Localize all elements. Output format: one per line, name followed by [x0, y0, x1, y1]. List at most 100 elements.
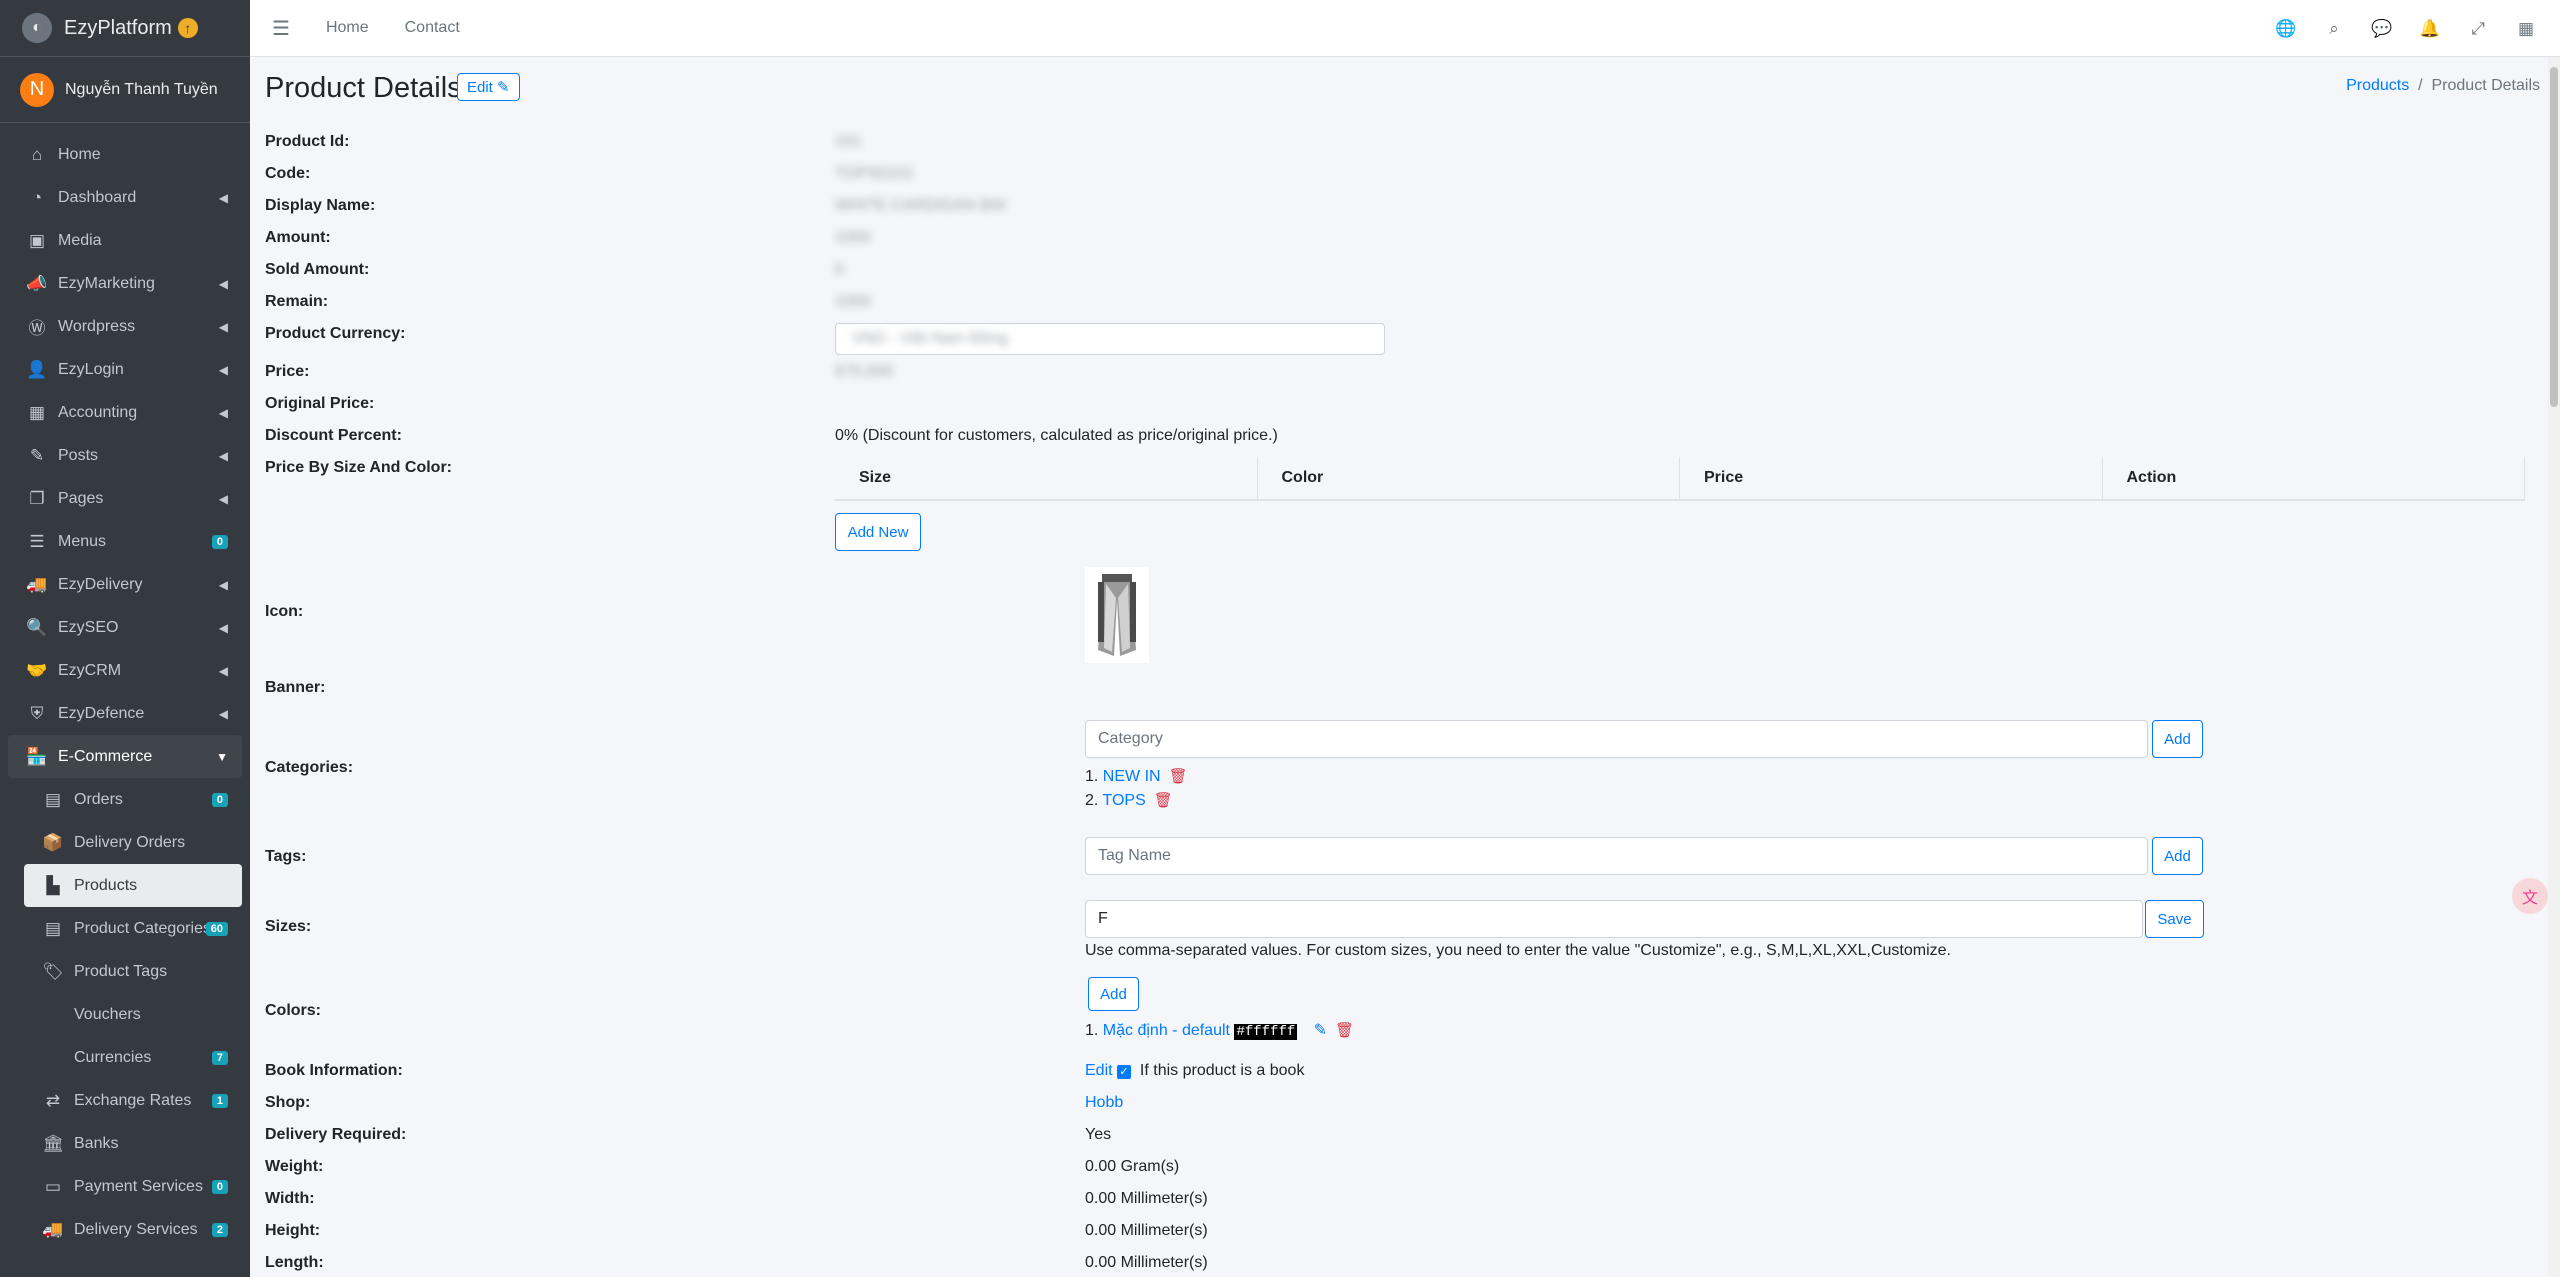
- breadcrumb-products[interactable]: Products: [2346, 77, 2409, 94]
- sidebar-item-banks[interactable]: 🏛 Banks: [24, 1122, 242, 1165]
- sidebar-item-posts[interactable]: ✎ Posts ◀: [8, 434, 242, 477]
- translate-icon[interactable]: 文: [2512, 878, 2548, 914]
- upgrade-icon[interactable]: ↑: [177, 18, 198, 38]
- sidebar-item-ezycrm[interactable]: 🤝 EzyCRM ◀: [8, 649, 242, 692]
- add-color-button[interactable]: Add: [1088, 977, 1139, 1011]
- product-icon-image[interactable]: [1085, 567, 1149, 663]
- chevron-down-icon: ▼: [216, 749, 228, 764]
- sidebar-item-label: Vouchers: [74, 1005, 141, 1023]
- sidebar-item-ezylogin[interactable]: 👤 EzyLogin ◀: [8, 348, 242, 391]
- category-item: 1. NEW IN 🗑: [1085, 767, 1188, 786]
- messages-icon[interactable]: 💬: [2358, 19, 2406, 39]
- sidebar-item-ezymarketing[interactable]: 📣 EzyMarketing ◀: [8, 262, 242, 305]
- edit-product-button[interactable]: Edit ✎: [457, 73, 520, 101]
- field-label: Height:: [265, 1222, 321, 1239]
- sidebar-item-wordpress[interactable]: Ⓦ Wordpress ◀: [8, 305, 242, 348]
- posts-icon: ✎: [29, 445, 45, 465]
- accounting-icon: ▦: [28, 402, 46, 422]
- nav-contact-link[interactable]: Contact: [405, 19, 460, 37]
- apps-grid-icon[interactable]: ▦: [2502, 19, 2550, 39]
- sidebar-item-ezydelivery[interactable]: 🚚 EzyDelivery ◀: [8, 563, 242, 606]
- sidebar-item-delivery-services[interactable]: 🚚 Delivery Services 2: [24, 1208, 242, 1251]
- field-label: Delivery Required:: [265, 1126, 407, 1143]
- wordpress-icon: Ⓦ: [28, 319, 46, 338]
- sidebar-item-ezyseo[interactable]: 🔍 EzySEO ◀: [8, 606, 242, 649]
- scrollbar-thumb[interactable]: [2550, 67, 2558, 407]
- color-index: 1.: [1085, 1022, 1099, 1039]
- sidebar-item-media[interactable]: ▣ Media: [8, 219, 242, 262]
- field-value: 1000: [835, 229, 871, 246]
- globe-icon[interactable]: 🌐: [2262, 19, 2310, 39]
- sidebar-item-orders[interactable]: ▤ Orders 0: [24, 778, 242, 821]
- sidebar-item-label: Exchange Rates: [74, 1091, 192, 1109]
- field-label: Display Name:: [265, 197, 376, 214]
- field-value: 0: [835, 261, 844, 278]
- payment-icon: ▭: [44, 1176, 62, 1196]
- trash-icon[interactable]: 🗑: [1154, 792, 1173, 809]
- sizes-input[interactable]: F: [1085, 900, 2143, 938]
- fullscreen-icon[interactable]: ⤢: [2454, 19, 2502, 39]
- bank-icon: 🏛: [42, 1133, 64, 1153]
- user-panel[interactable]: N Nguyễn Thanh Tuyền: [0, 57, 250, 123]
- sidebar-item-ecommerce[interactable]: 🏪 E-Commerce ▼: [8, 735, 242, 778]
- user-name: Nguyễn Thanh Tuyền: [65, 80, 218, 98]
- chevron-left-icon: ◀: [218, 577, 228, 592]
- sidebar-item-label: Product Categories: [74, 919, 211, 937]
- color-link-default[interactable]: Mặc định - default: [1103, 1022, 1230, 1039]
- sidebar-item-menus[interactable]: ☰ Menus 0: [8, 520, 242, 563]
- sidebar-item-label: EzyCRM: [58, 661, 122, 679]
- add-new-price-button[interactable]: Add New: [835, 513, 921, 551]
- category-input[interactable]: Category: [1085, 720, 2148, 758]
- platform-logo-icon: ◐: [22, 13, 52, 43]
- sidebar-item-vouchers[interactable]: Vouchers: [24, 993, 242, 1036]
- brand[interactable]: ◐ EzyPlatform ↑: [0, 0, 250, 57]
- delivery-services-badge: 2: [211, 1222, 228, 1237]
- sizes-hint: Use comma-separated values. For custom s…: [1085, 942, 1951, 959]
- book-edit-link[interactable]: Edit: [1085, 1062, 1113, 1079]
- field-label: Price By Size And Color:: [265, 459, 452, 476]
- add-tag-button[interactable]: Add: [2152, 837, 2203, 875]
- field-label: Banner:: [265, 679, 326, 696]
- edit-check-icon[interactable]: ✓: [1117, 1065, 1132, 1079]
- sidebar-item-dashboard[interactable]: ◔ Dashboard ◀: [8, 176, 242, 219]
- category-link-new-in[interactable]: NEW IN: [1103, 768, 1161, 785]
- shop-link[interactable]: Hobb: [1085, 1094, 1123, 1112]
- nav-home-link[interactable]: Home: [326, 19, 369, 37]
- add-category-button[interactable]: Add: [2152, 720, 2203, 758]
- trash-icon[interactable]: 🗑: [1335, 1022, 1354, 1039]
- tag-input[interactable]: Tag Name: [1085, 837, 2148, 875]
- sidebar-item-label: Menus: [58, 532, 107, 550]
- marketing-icon: 📣: [26, 273, 48, 293]
- field-label: Original Price:: [265, 395, 375, 412]
- color-hex: #ffffff: [1234, 1024, 1298, 1040]
- sidebar-item-ezydefence[interactable]: ⛨ EzyDefence ◀: [8, 692, 242, 735]
- sidebar-item-exchange-rates[interactable]: ⇄ Exchange Rates 1: [24, 1079, 242, 1122]
- field-label: Shop:: [265, 1094, 311, 1111]
- field-value: TOPS0101: [835, 165, 914, 182]
- sidebar-item-accounting[interactable]: ▦ Accounting ◀: [8, 391, 242, 434]
- sidebar-item-home[interactable]: ⌂ Home: [8, 133, 242, 176]
- menus-badge: 0: [211, 534, 228, 549]
- color-item: 1. Mặc định - default #ffffff ✎ 🗑: [1085, 1020, 1354, 1040]
- category-link-tops[interactable]: TOPS: [1103, 792, 1146, 809]
- page-title: Product Details: [265, 72, 462, 104]
- bell-icon[interactable]: 🔔: [2406, 19, 2454, 39]
- sidebar-item-products[interactable]: ▙ Products: [24, 864, 242, 907]
- cardigan-image-icon: [1098, 574, 1136, 656]
- currency-select[interactable]: VND - Việt Nam Đồng: [835, 323, 1385, 355]
- sidebar-item-product-categories[interactable]: ▤ Product Categories 60: [24, 907, 242, 950]
- sidebar-item-payment-services[interactable]: ▭ Payment Services 0: [24, 1165, 242, 1208]
- sidebar-item-product-tags[interactable]: 🏷 Product Tags: [24, 950, 242, 993]
- field-label: Weight:: [265, 1158, 324, 1175]
- field-label: Sold Amount:: [265, 261, 370, 278]
- sidebar-item-delivery-orders[interactable]: 📦 Delivery Orders: [24, 821, 242, 864]
- sidebar-item-currencies[interactable]: Currencies 7: [24, 1036, 242, 1079]
- trash-icon[interactable]: 🗑: [1169, 768, 1188, 785]
- menu-toggle-icon[interactable]: ☰: [272, 16, 290, 41]
- breadcrumb-separator: /: [2413, 77, 2428, 94]
- save-sizes-button[interactable]: Save: [2145, 900, 2204, 938]
- page-scrollbar[interactable]: [2548, 57, 2560, 1277]
- search-icon[interactable]: ⌕: [2310, 19, 2358, 39]
- sidebar-item-pages[interactable]: ❐ Pages ◀: [8, 477, 242, 520]
- edit-color-icon[interactable]: ✎: [1314, 1022, 1327, 1039]
